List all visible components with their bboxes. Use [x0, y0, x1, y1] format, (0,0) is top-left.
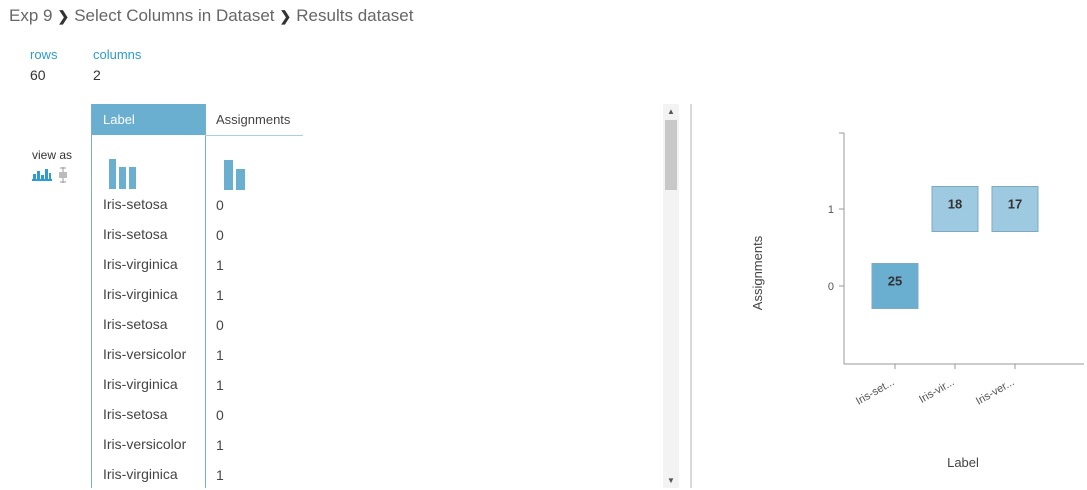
x-tick-label: Iris-ver... — [974, 376, 1017, 407]
chevron-right-icon: ❯ — [57, 8, 70, 24]
table-scrollbar[interactable]: ▲ ▼ — [663, 104, 679, 488]
y-axis-label: Assignments — [750, 235, 765, 310]
breadcrumb-item-current: Results dataset — [296, 6, 414, 25]
boxplot-icon[interactable] — [58, 167, 68, 188]
table-cell: 0 — [216, 197, 224, 213]
table-cell: Iris-virginica — [103, 256, 178, 272]
table-cell: Iris-setosa — [103, 406, 168, 422]
histogram-icon[interactable] — [32, 167, 52, 188]
table-cell: 1 — [216, 257, 224, 273]
table-cell: Iris-setosa — [103, 196, 168, 212]
table-cell: Iris-versicolor — [103, 346, 187, 362]
view-as-label: view as — [32, 148, 73, 162]
column-assignments: Assignments 0 0 1 1 0 1 1 0 1 1 — [205, 104, 303, 488]
table-cell: 0 — [216, 407, 224, 423]
breadcrumb: Exp 9 ❯ Select Columns in Dataset ❯ Results … — [9, 6, 413, 26]
x-tick-label: Iris-set... — [854, 376, 897, 407]
breadcrumb-item-experiment[interactable]: Exp 9 — [9, 6, 52, 25]
table-cell: 1 — [216, 437, 224, 453]
column-label-cells: Iris-setosa Iris-setosa Iris-virginica I… — [92, 189, 205, 489]
heatmap-cell-label: 18 — [948, 197, 962, 212]
table-cell: Iris-virginica — [103, 286, 178, 302]
table-cell: 1 — [216, 347, 224, 363]
table-cell: Iris-versicolor — [103, 436, 187, 452]
table-cell: 0 — [216, 317, 224, 333]
view-as-toggle — [32, 167, 68, 188]
scrollbar-thumb[interactable] — [665, 120, 677, 190]
heatmap-cell-label: 25 — [888, 274, 902, 289]
table-cell: Iris-setosa — [103, 226, 168, 242]
column-label: Label Iris-setosa Iris-setosa Iris-virgi… — [91, 104, 206, 488]
table-cell: 1 — [216, 287, 224, 303]
heatmap-chart: 0 1 Iris-set... Iris-vir... Iris-ver... 25 18 1… — [750, 132, 1084, 470]
table-cell: Iris-virginica — [103, 466, 178, 482]
column-histogram-icon[interactable] — [205, 136, 303, 190]
y-tick-label: 0 — [828, 281, 834, 293]
table-cell: 0 — [216, 227, 224, 243]
table-cell: 1 — [216, 467, 224, 483]
column-histogram-icon[interactable] — [92, 135, 205, 189]
column-header-label[interactable]: Label — [92, 104, 205, 135]
scroll-down-icon[interactable]: ▼ — [667, 476, 675, 485]
x-axis-label: Label — [947, 455, 979, 470]
column-assignments-cells: 0 0 1 1 0 1 1 0 1 1 — [205, 190, 303, 490]
heatmap-cell-label: 17 — [1008, 197, 1022, 212]
table-cell: Iris-virginica — [103, 376, 178, 392]
breadcrumb-item-module[interactable]: Select Columns in Dataset — [74, 6, 274, 25]
y-tick-label: 1 — [828, 204, 834, 216]
rows-value: 60 — [30, 67, 46, 83]
chevron-right-icon: ❯ — [279, 8, 292, 24]
columns-value: 2 — [93, 67, 101, 83]
table-cell: 1 — [216, 377, 224, 393]
x-tick-label: Iris-vir... — [917, 376, 956, 406]
scroll-up-icon[interactable]: ▲ — [667, 107, 675, 116]
rows-label: rows — [30, 47, 58, 62]
table-cell: Iris-setosa — [103, 316, 168, 332]
column-header-assignments[interactable]: Assignments — [205, 104, 303, 136]
columns-label: columns — [93, 47, 142, 62]
panel-divider[interactable] — [690, 104, 692, 488]
